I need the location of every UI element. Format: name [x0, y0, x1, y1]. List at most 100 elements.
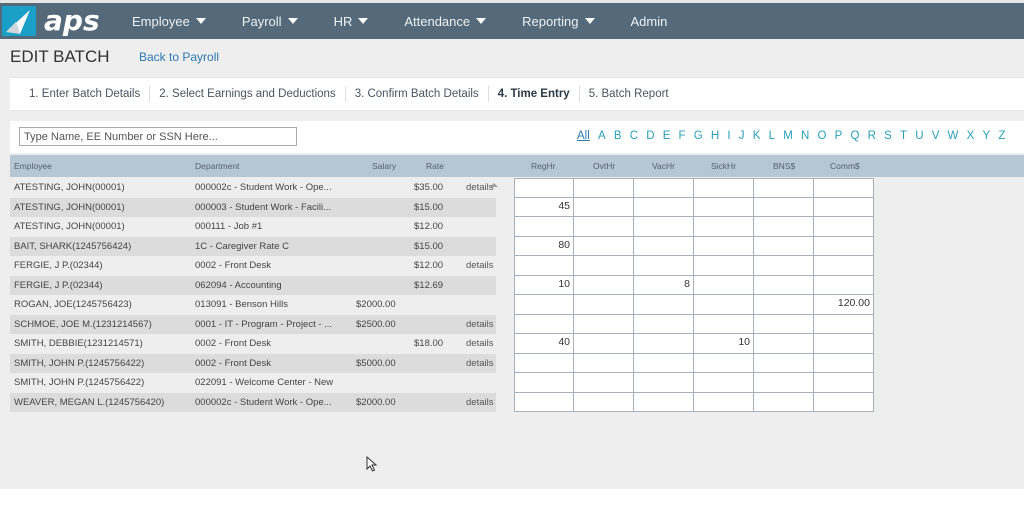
- details-link[interactable]: details: [466, 358, 493, 369]
- entry-cell-sickhr[interactable]: [694, 178, 754, 198]
- details-link[interactable]: details: [466, 319, 493, 330]
- entry-cell-reghr[interactable]: [514, 295, 574, 315]
- details-link[interactable]: details: [466, 397, 493, 408]
- alpha-filter-d[interactable]: D: [646, 130, 654, 142]
- entry-cell-sickhr[interactable]: [694, 295, 754, 315]
- entry-cell-sickhr[interactable]: [694, 373, 754, 393]
- entry-cell-bns-dollars[interactable]: [754, 197, 814, 217]
- alpha-filter-o[interactable]: O: [817, 130, 826, 142]
- step-select-earnings-deductions[interactable]: 2. Select Earnings and Deductions: [150, 86, 346, 102]
- entry-cell-bns-dollars[interactable]: [754, 295, 814, 315]
- details-link[interactable]: details: [466, 260, 493, 271]
- nav-payroll[interactable]: Payroll: [242, 3, 298, 39]
- alpha-filter-l[interactable]: L: [769, 130, 775, 142]
- entry-cell-bns-dollars[interactable]: [754, 353, 814, 373]
- entry-cell-ovthr[interactable]: [574, 256, 634, 276]
- alpha-filter-f[interactable]: F: [679, 130, 686, 142]
- step-enter-batch-details[interactable]: 1. Enter Batch Details: [10, 86, 151, 102]
- alpha-filter-b[interactable]: B: [614, 130, 622, 142]
- entry-cell-reghr[interactable]: [514, 392, 574, 412]
- entry-cell-bns-dollars[interactable]: [754, 256, 814, 276]
- entry-cell-reghr[interactable]: 45: [514, 197, 574, 217]
- entry-cell-vachr[interactable]: [634, 197, 694, 217]
- entry-cell-comm-dollars[interactable]: [814, 256, 874, 276]
- entry-cell-bns-dollars[interactable]: [754, 392, 814, 412]
- entry-cell-comm-dollars[interactable]: [814, 373, 874, 393]
- entry-cell-sickhr[interactable]: [694, 236, 754, 256]
- entry-cell-comm-dollars[interactable]: [814, 334, 874, 354]
- alpha-filter-v[interactable]: V: [932, 130, 940, 142]
- employee-row[interactable]: WEAVER, MEGAN L.(1245756420) 000002c - St…: [10, 392, 496, 412]
- back-to-payroll-link[interactable]: Back to Payroll: [139, 50, 219, 64]
- alpha-filter-m[interactable]: M: [783, 130, 793, 142]
- entry-cell-sickhr[interactable]: [694, 217, 754, 237]
- entry-cell-reghr[interactable]: 80: [514, 236, 574, 256]
- col-salary[interactable]: Salary: [372, 161, 396, 171]
- entry-cell-sickhr[interactable]: [694, 392, 754, 412]
- col-ovthr[interactable]: OvtHr: [593, 161, 615, 171]
- employee-row[interactable]: SMITH, DEBBIE(1231214571) 0002 - Front De…: [10, 334, 496, 354]
- nav-hr[interactable]: HR: [334, 3, 369, 39]
- scroll-up-arrow-icon[interactable]: [490, 183, 498, 187]
- entry-cell-ovthr[interactable]: [574, 275, 634, 295]
- entry-cell-sickhr[interactable]: [694, 314, 754, 334]
- col-department[interactable]: Department: [195, 161, 239, 171]
- aps-logo[interactable]: aps: [0, 3, 116, 39]
- entry-cell-bns-dollars[interactable]: [754, 217, 814, 237]
- entry-cell-reghr[interactable]: 40: [514, 334, 574, 354]
- entry-cell-comm-dollars[interactable]: [814, 236, 874, 256]
- alpha-filter-i[interactable]: I: [727, 130, 730, 142]
- entry-cell-vachr[interactable]: [634, 217, 694, 237]
- col-sickhr[interactable]: SickHr: [711, 161, 736, 171]
- entry-cell-bns-dollars[interactable]: [754, 314, 814, 334]
- alpha-filter-p[interactable]: P: [835, 130, 843, 142]
- entry-cell-sickhr[interactable]: 10: [694, 334, 754, 354]
- entry-cell-ovthr[interactable]: [574, 353, 634, 373]
- col-comm[interactable]: Comm$: [830, 161, 860, 171]
- col-reghr[interactable]: RegHr: [531, 161, 556, 171]
- entry-cell-comm-dollars[interactable]: [814, 217, 874, 237]
- entry-cell-vachr[interactable]: [634, 353, 694, 373]
- entry-cell-comm-dollars[interactable]: 120.00: [814, 295, 874, 315]
- alpha-filter-w[interactable]: W: [948, 130, 959, 142]
- entry-cell-vachr[interactable]: [634, 373, 694, 393]
- entry-cell-vachr[interactable]: [634, 178, 694, 198]
- entry-cell-vachr[interactable]: [634, 295, 694, 315]
- alpha-filter-q[interactable]: Q: [850, 130, 859, 142]
- entry-cell-bns-dollars[interactable]: [754, 178, 814, 198]
- entry-cell-reghr[interactable]: [514, 217, 574, 237]
- col-bns[interactable]: BNS$: [773, 161, 795, 171]
- alpha-filter-e[interactable]: E: [663, 130, 671, 142]
- entry-cell-sickhr[interactable]: [694, 197, 754, 217]
- entry-cell-reghr[interactable]: [514, 256, 574, 276]
- entry-cell-ovthr[interactable]: [574, 314, 634, 334]
- nav-employee[interactable]: Employee: [132, 3, 206, 39]
- entry-cell-ovthr[interactable]: [574, 373, 634, 393]
- alpha-filter-k[interactable]: K: [753, 130, 761, 142]
- nav-admin[interactable]: Admin: [631, 3, 668, 39]
- alpha-filter-y[interactable]: Y: [982, 130, 990, 142]
- entry-cell-ovthr[interactable]: [574, 236, 634, 256]
- entry-cell-vachr[interactable]: [634, 392, 694, 412]
- entry-cell-vachr[interactable]: [634, 314, 694, 334]
- alpha-filter-all[interactable]: All: [577, 130, 590, 142]
- entry-cell-reghr[interactable]: [514, 314, 574, 334]
- entry-cell-ovthr[interactable]: [574, 334, 634, 354]
- step-batch-report[interactable]: 5. Batch Report: [580, 86, 678, 102]
- entry-cell-comm-dollars[interactable]: [814, 197, 874, 217]
- entry-cell-comm-dollars[interactable]: [814, 392, 874, 412]
- entry-cell-vachr[interactable]: [634, 334, 694, 354]
- alpha-filter-h[interactable]: H: [711, 130, 719, 142]
- employee-row[interactable]: FERGIE, J P.(02344) 062094 - Accounting $1…: [10, 275, 496, 295]
- entry-cell-ovthr[interactable]: [574, 295, 634, 315]
- nav-attendance[interactable]: Attendance: [404, 3, 487, 39]
- entry-cell-reghr[interactable]: [514, 178, 574, 198]
- alpha-filter-a[interactable]: A: [598, 130, 606, 142]
- employee-row[interactable]: BAIT, SHARK(1245756424) 1C - Caregiver Ra…: [10, 236, 496, 256]
- alpha-filter-n[interactable]: N: [801, 130, 809, 142]
- employee-row[interactable]: SCHMOE, JOE M.(1231214567) 0001 - IT - Pr…: [10, 314, 496, 334]
- entry-cell-vachr[interactable]: [634, 256, 694, 276]
- entry-cell-vachr[interactable]: 8: [634, 275, 694, 295]
- employee-row[interactable]: SMITH, JOHN P.(1245756422) 0002 - Front D…: [10, 353, 496, 373]
- entry-cell-reghr[interactable]: 10: [514, 275, 574, 295]
